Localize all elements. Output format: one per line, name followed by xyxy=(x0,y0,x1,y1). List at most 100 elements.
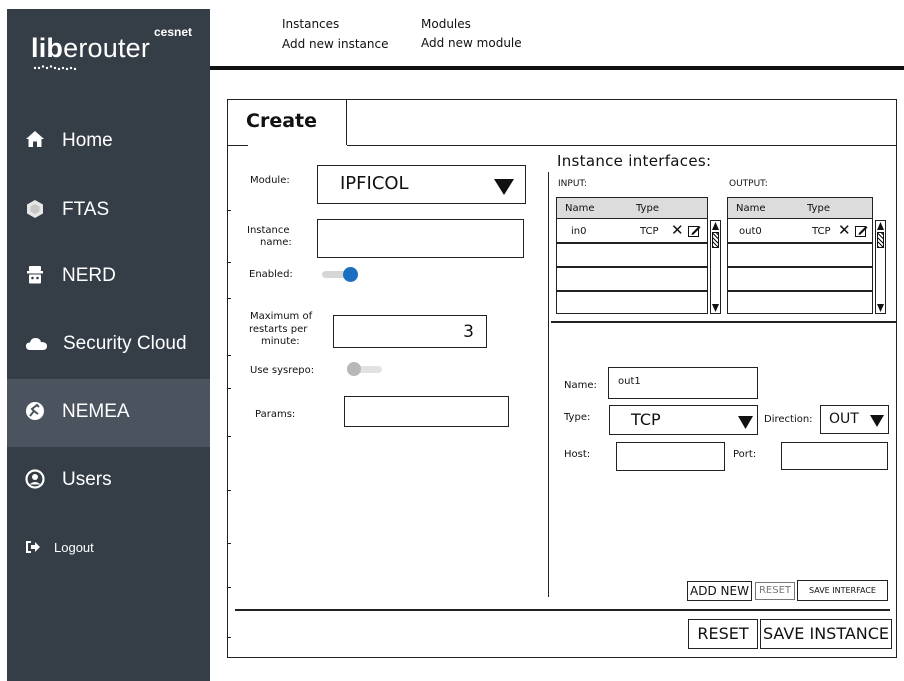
output-interfaces-table: Name Type out0 TCP ✕ xyxy=(727,197,873,314)
module-select[interactable]: IPFICOL xyxy=(317,165,526,204)
nerd-icon xyxy=(27,266,43,284)
interface-name: in0 xyxy=(571,226,587,237)
scroll-up-icon[interactable] xyxy=(712,222,719,230)
divider xyxy=(228,298,231,299)
interface-type-select[interactable]: TCP xyxy=(609,405,758,435)
sidebar-item-users[interactable]: Users xyxy=(7,447,210,515)
table-row[interactable]: out0 TCP ✕ xyxy=(728,220,872,244)
input-label: INPUT: xyxy=(558,179,587,189)
sidebar-item-nerd[interactable]: NERD xyxy=(7,243,210,311)
divider xyxy=(228,587,231,588)
output-label: OUTPUT: xyxy=(729,179,768,189)
use-sysrepo-label: Use sysrepo: xyxy=(250,365,315,376)
column-header-type: Type xyxy=(636,203,659,214)
interface-type: TCP xyxy=(812,226,831,237)
column-header-name: Name xyxy=(736,203,766,214)
nav-link-add-module[interactable]: Add new module xyxy=(421,36,522,50)
logout-icon xyxy=(26,541,40,553)
scroll-thumb[interactable] xyxy=(877,232,884,248)
params-input[interactable] xyxy=(344,396,509,427)
sidebar-item-logout[interactable]: Logout xyxy=(7,519,210,587)
sidebar-item-label: Security Cloud xyxy=(63,333,187,354)
table-row[interactable] xyxy=(557,246,707,268)
table-row[interactable] xyxy=(728,246,872,268)
instance-name-label: Instance xyxy=(247,225,290,236)
interfaces-divider xyxy=(551,321,897,323)
use-sysrepo-toggle[interactable] xyxy=(347,362,383,378)
port-input[interactable] xyxy=(781,442,888,470)
interface-name-label: Name: xyxy=(564,380,597,391)
sidebar-item-label: Users xyxy=(62,469,112,490)
divider xyxy=(228,210,231,211)
scroll-down-icon[interactable] xyxy=(877,304,884,312)
save-instance-button[interactable]: SAVE INSTANCE xyxy=(760,619,892,649)
interface-name-input[interactable]: out1 xyxy=(608,367,758,399)
sidebar-item-label: NEMEA xyxy=(62,401,130,422)
nav-link-instances[interactable]: Instances xyxy=(282,17,339,31)
input-table-scrollbar[interactable] xyxy=(710,220,721,314)
edit-icon[interactable] xyxy=(855,225,868,237)
divider xyxy=(228,637,231,638)
interfaces-title: Instance interfaces: xyxy=(557,152,712,170)
page-title: Create xyxy=(246,110,317,132)
host-label: Host: xyxy=(564,449,591,460)
scroll-thumb[interactable] xyxy=(712,232,719,248)
divider xyxy=(228,388,231,389)
nav-link-add-instance[interactable]: Add new instance xyxy=(282,37,389,51)
divider xyxy=(228,262,231,263)
table-header: Name Type xyxy=(728,198,872,219)
reset-button[interactable]: RESET xyxy=(688,619,758,649)
nemea-icon xyxy=(26,402,44,420)
scroll-down-icon[interactable] xyxy=(712,304,719,312)
sidebar-item-label: Home xyxy=(62,130,113,151)
interface-type: TCP xyxy=(640,226,659,237)
instance-name-input[interactable] xyxy=(317,219,524,258)
table-header: Name Type xyxy=(557,198,707,219)
table-row[interactable] xyxy=(557,270,707,292)
tab-divider xyxy=(228,145,248,146)
enabled-toggle[interactable] xyxy=(322,267,358,283)
sidebar: liberouter cesnet Home FTAS NERD Securit… xyxy=(7,9,210,681)
add-new-button[interactable]: ADD NEW xyxy=(687,581,752,601)
host-input[interactable] xyxy=(616,442,725,471)
delete-icon[interactable]: ✕ xyxy=(671,221,684,239)
sidebar-item-ftas[interactable]: FTAS xyxy=(7,177,210,245)
input-interfaces-table: Name Type in0 TCP ✕ xyxy=(556,197,708,314)
logo-text: liberouter xyxy=(31,33,151,63)
module-label: Module: xyxy=(250,175,290,186)
output-table-scrollbar[interactable] xyxy=(875,220,886,314)
interface-type-label: Type: xyxy=(564,412,591,423)
column-header-type: Type xyxy=(807,203,830,214)
enabled-label: Enabled: xyxy=(249,269,293,280)
save-interface-button[interactable]: SAVE INTERFACE xyxy=(797,580,888,601)
footer-divider xyxy=(235,609,890,611)
scroll-up-icon[interactable] xyxy=(877,222,884,230)
port-label: Port: xyxy=(733,449,757,460)
logo-cesnet: cesnet xyxy=(154,25,193,39)
sidebar-item-label: FTAS xyxy=(62,199,110,220)
divider xyxy=(228,355,231,356)
sidebar-item-home[interactable]: Home xyxy=(7,107,210,175)
logo[interactable]: liberouter cesnet xyxy=(7,9,210,71)
sidebar-item-nemea[interactable]: NEMEA xyxy=(7,379,210,447)
direction-value: OUT xyxy=(829,411,859,427)
reset-interface-button[interactable]: RESET xyxy=(755,582,795,600)
logo-dots-icon xyxy=(33,65,77,71)
direction-label: Direction: xyxy=(764,414,813,425)
edit-icon[interactable] xyxy=(688,225,701,237)
interface-type-value: TCP xyxy=(631,410,661,429)
direction-select[interactable]: OUT xyxy=(820,405,889,434)
params-label: Params: xyxy=(255,409,296,420)
instance-name-label: name: xyxy=(260,237,292,248)
sidebar-item-label: NERD xyxy=(62,265,116,286)
max-restarts-label: minute: xyxy=(261,336,300,347)
table-row[interactable]: in0 TCP ✕ xyxy=(557,220,707,244)
nav-link-modules[interactable]: Modules xyxy=(421,17,471,31)
tab-divider xyxy=(347,145,897,146)
max-restarts-input[interactable]: 3 xyxy=(333,315,487,348)
max-restarts-value: 3 xyxy=(463,322,474,342)
table-row[interactable] xyxy=(728,270,872,292)
delete-icon[interactable]: ✕ xyxy=(838,221,851,239)
max-restarts-label: restarts per xyxy=(249,324,308,335)
sidebar-item-security-cloud[interactable]: Security Cloud xyxy=(7,311,210,379)
